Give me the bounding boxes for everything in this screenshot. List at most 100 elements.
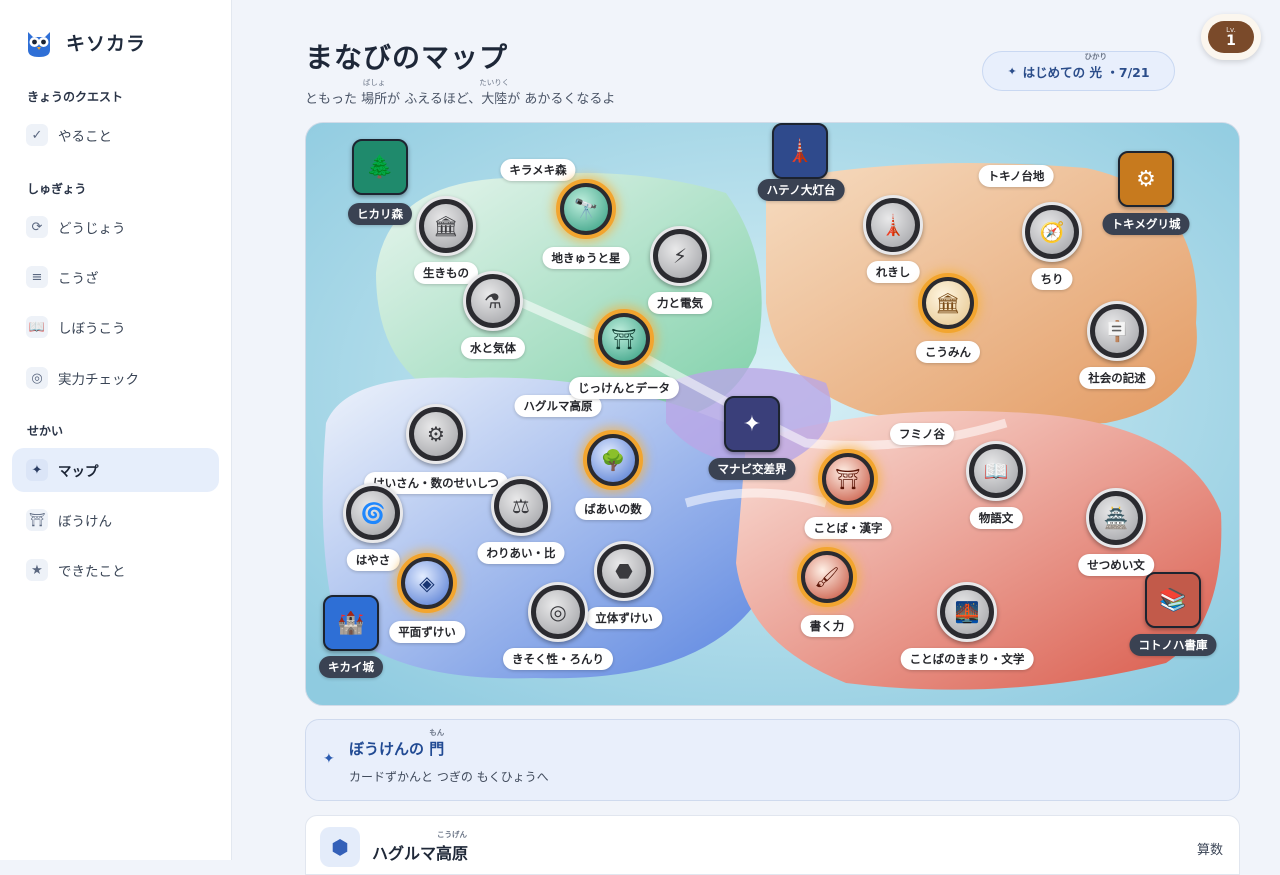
landmark-label: ヒカリ森 — [348, 203, 412, 225]
sidebar-item-label: やること — [58, 129, 112, 145]
owl-logo-icon — [28, 32, 50, 57]
sidebar-item-school[interactable]: 📖 しぼうこう — [12, 305, 219, 349]
sidebar-item-dojo[interactable]: ⟳ どうじょう — [12, 205, 219, 249]
pill-prefix: はじめての — [1022, 64, 1090, 80]
map-node[interactable]: 🌉 — [937, 582, 997, 642]
sidebar-item-label: どうじょう — [58, 221, 126, 237]
landmark-hikari-forest[interactable]: 🌲 — [352, 139, 408, 195]
app-name: キソカラ — [66, 32, 147, 55]
sidebar-item-todo[interactable]: ✓ やること — [12, 113, 219, 157]
map-node[interactable]: 📖 — [966, 441, 1026, 501]
level-badge[interactable]: Lv. 1 — [1201, 14, 1261, 60]
map-node[interactable]: ⚡ — [650, 226, 710, 286]
map-node[interactable]: ⬣ — [594, 541, 654, 601]
landmark-tokimeguri-castle[interactable]: ⚙ — [1118, 151, 1174, 207]
node-emblem-icon: 🪧 — [1095, 309, 1139, 353]
map-node-label: 社会の記述 — [1079, 367, 1155, 389]
map-node[interactable]: ⛩ — [594, 309, 654, 369]
level-badge-inner: Lv. 1 — [1208, 21, 1254, 53]
region-label-fumino: フミノ谷 — [890, 423, 954, 445]
map-node-label: ことばのきまり・文学 — [900, 648, 1034, 670]
sidebar-item-map[interactable]: ✦ マップ — [12, 448, 219, 492]
subtitle-ruby-reading: たいりく — [479, 78, 510, 87]
map-node-label: わりあい・比 — [477, 542, 565, 564]
map-node-label: 水と気体 — [461, 337, 525, 359]
sidebar-item-adventure[interactable]: ⛩ ぼうけん — [12, 498, 219, 542]
node-emblem-icon: 🔭 — [564, 187, 608, 231]
map-node[interactable]: 🖌 — [797, 547, 857, 607]
sidebar-item-check[interactable]: ◎ 実力チェック — [12, 356, 219, 400]
check-icon: ✓ — [26, 124, 48, 146]
subtitle-text: が あかるくなるよ — [507, 92, 616, 107]
map-node[interactable]: 🔭 — [556, 179, 616, 239]
sidebar-item-label: こうざ — [58, 271, 99, 287]
landmark-kikai-castle[interactable]: 🏰 — [323, 595, 379, 651]
gate-title-ruby-base: 門 — [429, 740, 445, 758]
world-map[interactable]: キラメキ森 トキノ台地 ハグルマ高原 フミノ谷 🌲 ヒカリ森 🗼 ハテノ大灯台 … — [305, 122, 1240, 706]
sidebar-item-done[interactable]: ★ できたこと — [12, 548, 219, 592]
map-node-label: ちり — [1031, 268, 1073, 290]
landmark-hateno-lighthouse[interactable]: 🗼 — [772, 123, 828, 179]
map-node-label: 物語文 — [969, 507, 1023, 529]
map-node[interactable]: 🏛 — [416, 196, 476, 256]
map-node[interactable]: ⚖ — [491, 476, 551, 536]
sidebar-item-course[interactable]: ≡ こうざ — [12, 255, 219, 299]
subject-tag: 算数 — [1196, 843, 1223, 858]
map-node[interactable]: 🏯 — [1086, 488, 1146, 548]
region-card-title-ruby-reading: こうげん — [437, 830, 468, 839]
first-light-progress-pill[interactable]: ✦ はじめての 光 ひかり ・7/21 — [982, 51, 1175, 91]
node-emblem-icon: ◈ — [405, 561, 449, 605]
node-emblem-icon: ⚡ — [658, 234, 702, 278]
map-node[interactable]: ⚙ — [406, 404, 466, 464]
subtitle-ruby-reading: ばしょ — [362, 78, 386, 87]
region-card-title-text: ハグルマ — [372, 844, 437, 863]
node-emblem-icon: 🏛 — [926, 281, 970, 325]
map-node[interactable]: 🗼 — [863, 195, 923, 255]
subtitle-text: が ふえるほど、 — [387, 92, 482, 107]
sparkle-icon: ✦ — [26, 459, 48, 481]
region-name: ハグルマ高原 — [523, 399, 593, 413]
node-emblem-icon: 🌀 — [351, 491, 395, 535]
map-node[interactable]: 🌀 — [343, 483, 403, 543]
landmark-label: トキメグリ城 — [1102, 213, 1190, 235]
sidebar-item-label: ぼうけん — [58, 514, 112, 530]
map-node-label: せつめい文 — [1078, 554, 1154, 576]
map-node[interactable]: ◈ — [397, 553, 457, 613]
node-emblem-icon: ⚖ — [499, 484, 543, 528]
gear-cube-icon: ⬢ — [320, 827, 360, 867]
landmark-manabi-crossing[interactable]: ✦ — [724, 396, 780, 452]
map-node[interactable]: ⚗ — [463, 271, 523, 331]
brand[interactable]: キソカラ — [24, 26, 146, 58]
region-name: キラメキ森 — [509, 163, 567, 177]
node-emblem-icon: ⛩ — [602, 317, 646, 361]
book-icon: 📖 — [26, 316, 48, 338]
landmark-kotonoha-library[interactable]: 📚 — [1145, 572, 1201, 628]
region-card[interactable]: ⬢ ハグルマ高原 こうげん 算数 — [305, 815, 1240, 875]
map-node[interactable]: 🌳 — [583, 430, 643, 490]
node-emblem-icon: 🖌 — [805, 555, 849, 599]
region-label-tokino: トキノ台地 — [978, 165, 1054, 187]
landmark-label: キカイ城 — [319, 656, 383, 678]
page-subtitle: ともった 場所 ばしょが ふえるほど、大陸 たいりくが あかるくなるよ — [305, 78, 616, 107]
map-node-label: 書く力 — [800, 615, 854, 637]
map-node[interactable]: 🪧 — [1087, 301, 1147, 361]
tree-icon: 🌲 — [366, 154, 394, 180]
sidebar-item-label: 実力チェック — [58, 372, 139, 388]
adventure-gate-card[interactable]: ✦ ぼうけんの 門 もん カードずかんと つぎの もくひょうへ — [305, 719, 1240, 801]
map-node-label: ことば・漢字 — [804, 517, 892, 539]
map-node[interactable]: ◎ — [528, 582, 588, 642]
sidebar-item-label: しぼうこう — [58, 321, 126, 337]
node-emblem-icon: 🏛 — [424, 204, 468, 248]
node-emblem-icon: 🧭 — [1030, 210, 1074, 254]
map-node[interactable]: 🏛 — [918, 273, 978, 333]
gate-title: ぼうけんの 門 もん — [349, 728, 445, 759]
map-node-label: 地きゅうと星 — [542, 247, 630, 269]
map-node[interactable]: 🧭 — [1022, 202, 1082, 262]
star-icon: ★ — [26, 559, 48, 581]
sparkle-icon: ✦ — [323, 751, 335, 767]
level-value: 1 — [1226, 32, 1236, 49]
subtitle-ruby-base: 場所 — [361, 92, 388, 107]
map-node-label: じっけんとデータ — [569, 377, 679, 399]
map-node[interactable]: ⛩ — [818, 449, 878, 509]
node-emblem-icon: ⛩ — [826, 457, 870, 501]
